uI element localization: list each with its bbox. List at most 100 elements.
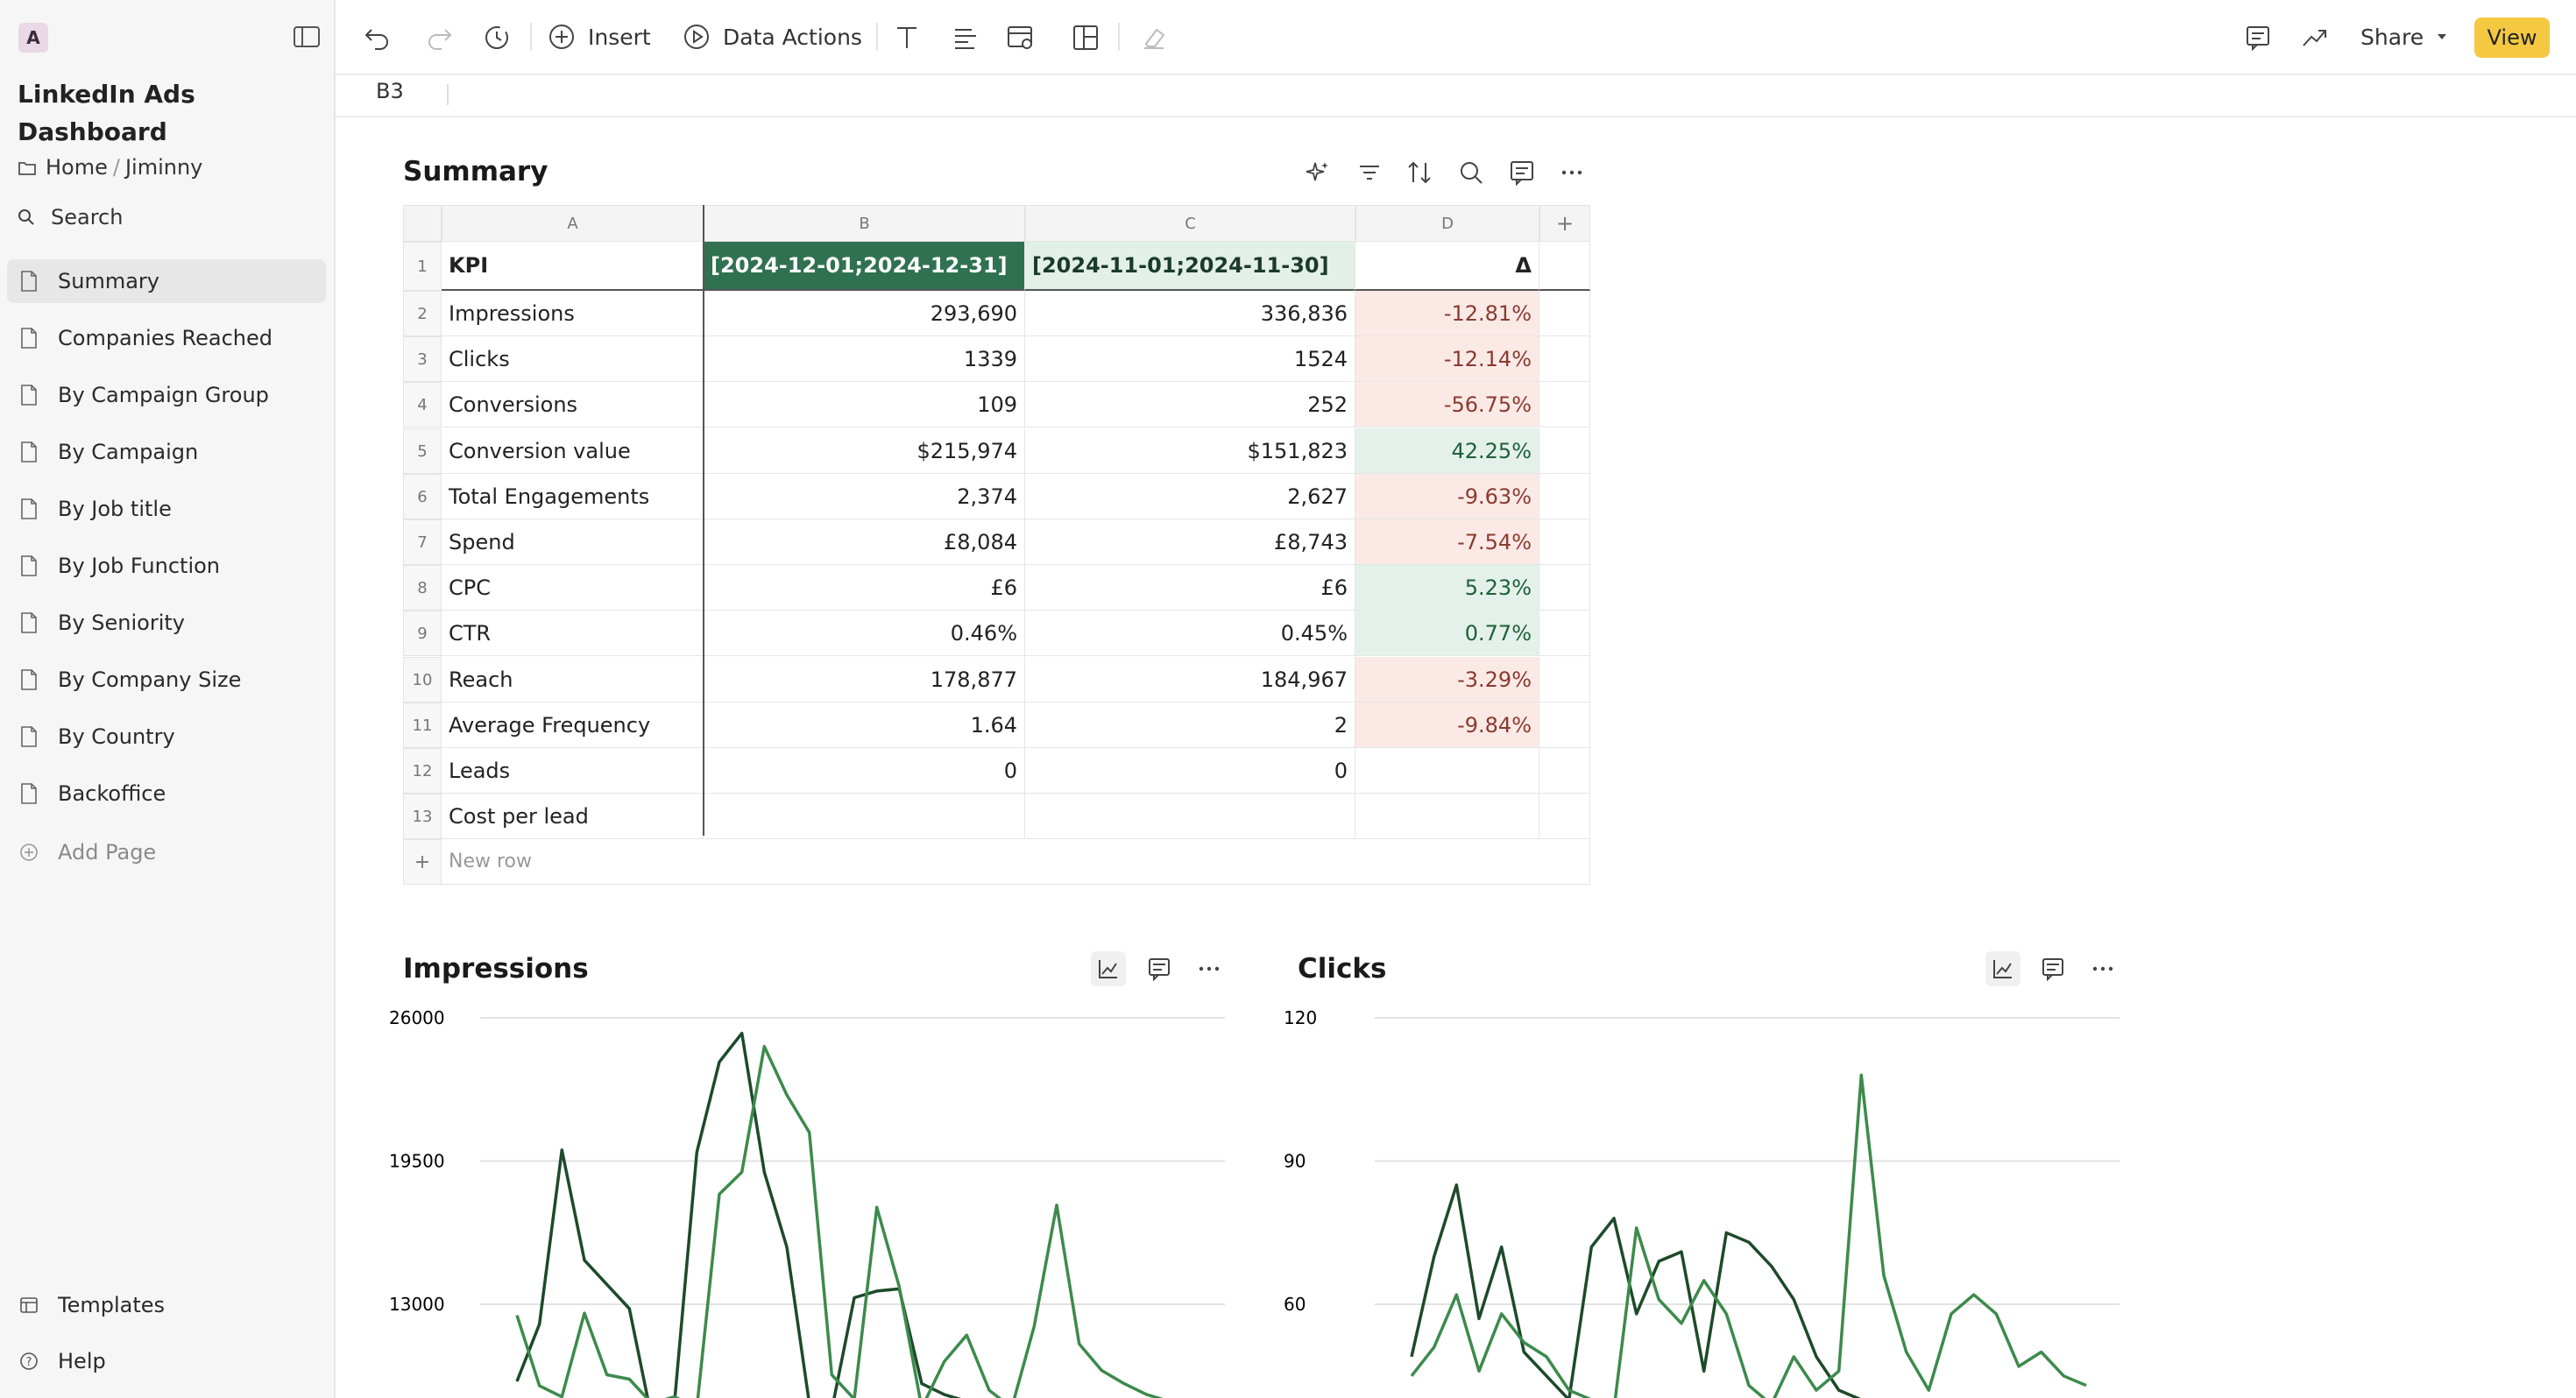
delta-cell[interactable]: 5.23%	[1355, 565, 1539, 611]
kpi-cell[interactable]: CTR	[442, 611, 704, 656]
current-value-cell[interactable]: 0	[704, 748, 1025, 794]
insert-button[interactable]: Insert	[548, 18, 651, 56]
new-row-plus-icon[interactable]: +	[403, 839, 442, 885]
previous-value-cell[interactable]: $151,823	[1025, 428, 1355, 474]
empty-cell[interactable]	[1539, 657, 1590, 703]
workspace-logo[interactable]: A	[18, 23, 48, 53]
current-value-cell[interactable]	[704, 794, 1025, 839]
delta-cell[interactable]	[1355, 794, 1539, 839]
kpi-cell[interactable]: Spend	[442, 519, 704, 565]
sort-icon[interactable]	[1405, 158, 1434, 187]
current-value-cell[interactable]: £6	[704, 565, 1025, 611]
table-settings-icon[interactable]	[1006, 23, 1037, 53]
align-left-icon[interactable]	[951, 23, 980, 53]
previous-value-cell[interactable]: 336,836	[1025, 291, 1355, 336]
search-table-icon[interactable]	[1456, 158, 1486, 187]
kpi-cell[interactable]: Clicks	[442, 336, 704, 382]
sidebar-item-help[interactable]: ? Help	[7, 1339, 326, 1383]
empty-cell[interactable]	[1539, 794, 1590, 839]
current-value-cell[interactable]: 1339	[704, 336, 1025, 382]
layout-icon[interactable]	[1071, 23, 1100, 53]
previous-value-cell[interactable]: 1524	[1025, 336, 1355, 382]
kpi-cell[interactable]: Reach	[442, 657, 704, 703]
kpi-cell[interactable]: Leads	[442, 748, 704, 794]
more-options-icon[interactable]	[1557, 158, 1587, 187]
table-comment-icon[interactable]	[1507, 158, 1537, 187]
comment-icon[interactable]	[2243, 23, 2273, 53]
history-icon[interactable]	[482, 23, 512, 53]
kpi-cell[interactable]: Cost per lead	[442, 794, 704, 839]
sidebar-item-by-job-title[interactable]: By Job title	[7, 487, 326, 531]
kpi-cell[interactable]: Total Engagements	[442, 474, 704, 519]
column-header-b[interactable]: B	[704, 205, 1025, 242]
previous-value-cell[interactable]: 2	[1025, 703, 1355, 748]
current-value-cell[interactable]: £8,084	[704, 519, 1025, 565]
filter-icon[interactable]	[1355, 158, 1384, 187]
current-value-cell[interactable]: 109	[704, 382, 1025, 427]
empty-cell[interactable]	[1539, 428, 1590, 474]
delta-cell[interactable]	[1355, 748, 1539, 794]
current-value-cell[interactable]: 0.46%	[704, 611, 1025, 656]
previous-value-cell[interactable]: £6	[1025, 565, 1355, 611]
empty-cell[interactable]	[1539, 748, 1590, 794]
kpi-cell[interactable]: CPC	[442, 565, 704, 611]
current-value-cell[interactable]: 178,877	[704, 657, 1025, 703]
empty-cell[interactable]	[1539, 565, 1590, 611]
previous-value-cell[interactable]: 252	[1025, 382, 1355, 427]
empty-cell[interactable]	[1539, 382, 1590, 427]
kpi-cell[interactable]: Conversions	[442, 382, 704, 427]
previous-value-cell[interactable]	[1025, 794, 1355, 839]
sidebar-item-backoffice[interactable]: Backoffice	[7, 772, 326, 816]
kpi-cell[interactable]: Conversion value	[442, 428, 704, 474]
view-button[interactable]: View	[2474, 18, 2550, 58]
kpi-cell[interactable]: Average Frequency	[442, 703, 704, 748]
delta-cell[interactable]: -56.75%	[1355, 382, 1539, 427]
ai-sparkle-icon[interactable]	[1303, 158, 1333, 187]
sidebar-item-by-job-function[interactable]: By Job Function	[7, 544, 326, 588]
sidebar-item-summary[interactable]: Summary	[7, 259, 326, 303]
empty-cell[interactable]	[1539, 611, 1590, 656]
delta-cell[interactable]: -12.81%	[1355, 291, 1539, 336]
chart-more-icon[interactable]	[1192, 951, 1227, 986]
column-header-c[interactable]: C	[1025, 205, 1355, 242]
empty-cell[interactable]	[1539, 703, 1590, 748]
line-chart-icon[interactable]	[1091, 951, 1126, 986]
period-current-header[interactable]: [2024-12-01;2024-12-31]	[704, 242, 1025, 291]
share-button[interactable]: Share	[2360, 18, 2448, 56]
sidebar-item-by-company-size[interactable]: By Company Size	[7, 658, 326, 702]
current-value-cell[interactable]: $215,974	[704, 428, 1025, 474]
previous-value-cell[interactable]: 0.45%	[1025, 611, 1355, 656]
breadcrumb-home[interactable]: Home	[46, 155, 108, 180]
current-value-cell[interactable]: 2,374	[704, 474, 1025, 519]
kpi-header-cell[interactable]: KPI	[442, 242, 704, 291]
empty-cell[interactable]	[1539, 336, 1590, 382]
text-icon[interactable]	[892, 23, 922, 53]
delta-cell[interactable]: 0.77%	[1355, 611, 1539, 656]
delta-cell[interactable]: -9.63%	[1355, 474, 1539, 519]
current-value-cell[interactable]: 1.64	[704, 703, 1025, 748]
sidebar-search[interactable]: Search	[18, 203, 123, 231]
add-column-button[interactable]: +	[1539, 205, 1590, 242]
trending-icon[interactable]	[2300, 23, 2330, 53]
empty-cell[interactable]	[1539, 474, 1590, 519]
empty-cell[interactable]	[1539, 291, 1590, 336]
delta-cell[interactable]: -12.14%	[1355, 336, 1539, 382]
undo-icon[interactable]	[363, 23, 393, 51]
line-chart-icon[interactable]	[1985, 951, 2020, 986]
delta-header-cell[interactable]: Δ	[1355, 242, 1539, 291]
sidebar-item-by-campaign-group[interactable]: By Campaign Group	[7, 373, 326, 417]
delta-cell[interactable]: 42.25%	[1355, 428, 1539, 474]
clear-format-icon[interactable]	[1139, 23, 1169, 53]
delta-cell[interactable]: -9.84%	[1355, 703, 1539, 748]
new-row-button[interactable]: New row	[442, 839, 1590, 885]
delta-cell[interactable]: -3.29%	[1355, 657, 1539, 703]
column-header-d[interactable]: D	[1355, 205, 1539, 242]
kpi-cell[interactable]: Impressions	[442, 291, 704, 336]
formula-bar[interactable]	[336, 75, 2576, 117]
column-header-a[interactable]: A	[442, 205, 704, 242]
add-page-button[interactable]: Add Page	[7, 830, 326, 874]
breadcrumb-folder[interactable]: Jiminny	[125, 155, 202, 180]
sidebar-item-by-country[interactable]: By Country	[7, 715, 326, 759]
sidebar-item-by-seniority[interactable]: By Seniority	[7, 601, 326, 645]
chart-more-icon[interactable]	[2085, 951, 2120, 986]
